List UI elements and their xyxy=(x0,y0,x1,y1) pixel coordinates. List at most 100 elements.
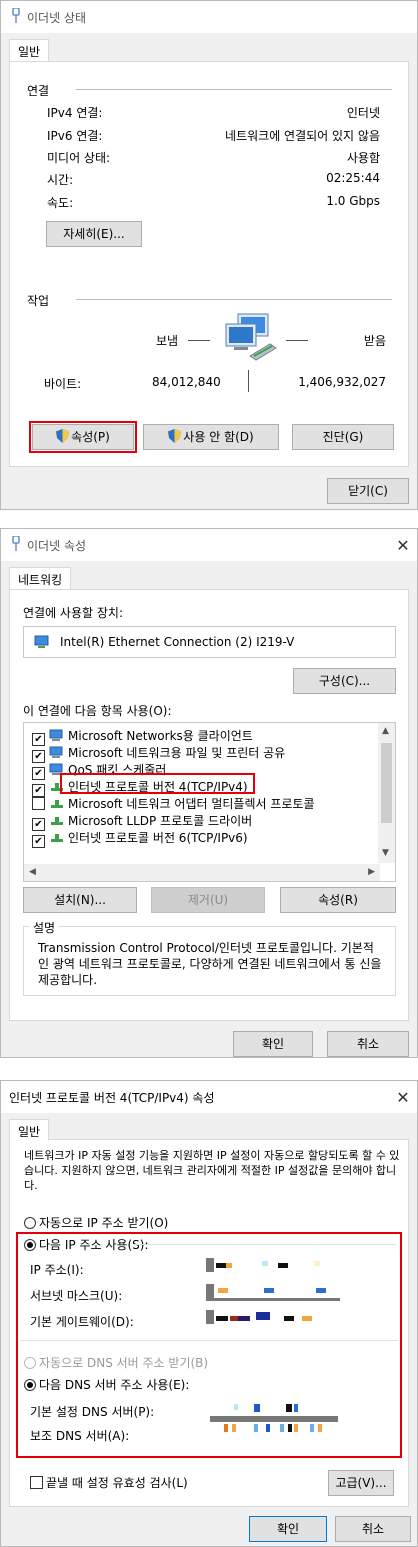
ethernet-status-window: 이더넷 상태 일반 연결 IPv4 연결: 인터넷 IPv6 연결: 네트워크에… xyxy=(0,0,418,510)
auto-dns-radio: 자동으로 DNS 서버 주소 받기(B) xyxy=(24,1354,208,1371)
gateway-label: 기본 게이트웨이(D): xyxy=(30,1315,134,1329)
list-item-label: 인터넷 프로토콜 버전 6(TCP/IPv6) xyxy=(68,831,248,845)
cancel-button[interactable]: 취소 xyxy=(335,1516,411,1542)
ip-address-label: IP 주소(I): xyxy=(30,1263,84,1277)
ipv4-value: 인터넷 xyxy=(346,106,380,120)
ok-button[interactable]: 확인 xyxy=(233,1031,313,1057)
manual-ip-label: 다음 IP 주소 사용(S): xyxy=(39,1238,149,1252)
properties-highlight xyxy=(29,421,137,453)
manual-dns-radio[interactable]: 다음 DNS 서버 주소 사용(E): xyxy=(24,1376,189,1393)
alternate-dns-field[interactable] xyxy=(214,1424,344,1438)
checkbox[interactable] xyxy=(30,1476,43,1489)
networking-panel: 연결에 사용할 장치: Intel(R) Ethernet Connection… xyxy=(9,589,409,1021)
scroll-down-icon[interactable]: ▼ xyxy=(382,848,389,858)
window-title: 이더넷 속성 xyxy=(27,538,87,553)
description-label: 설명 xyxy=(30,919,59,936)
advanced-button[interactable]: 고급(V)... xyxy=(328,1470,394,1496)
gateway-field[interactable] xyxy=(206,1310,346,1324)
radio-button xyxy=(24,1357,36,1369)
description-text: Transmission Control Protocol/인터넷 프로토콜입니… xyxy=(38,941,382,987)
uac-shield-icon xyxy=(168,427,182,443)
checkbox[interactable] xyxy=(32,797,45,810)
network-adapter-icon xyxy=(34,635,50,652)
uninstall-button: 제거(U) xyxy=(151,887,265,913)
ok-button[interactable]: 확인 xyxy=(249,1516,327,1542)
vertical-scrollbar[interactable]: ▲ ▼ xyxy=(378,723,395,863)
validate-checkbox[interactable]: 끝낼 때 설정 유효성 검사(L) xyxy=(30,1474,188,1491)
tab-general[interactable]: 일반 xyxy=(9,39,50,61)
title-bar: 인터넷 프로토콜 버전 4(TCP/IPv4) 속성 ✕ xyxy=(1,1081,417,1113)
close-icon[interactable]: ✕ xyxy=(389,1088,417,1107)
manual-ip-radio[interactable]: 다음 IP 주소 사용(S): xyxy=(24,1236,148,1253)
list-item[interactable]: ✔ Microsoft LLDP 프로토콜 드라이버 xyxy=(32,812,253,831)
subnet-mask-field[interactable] xyxy=(206,1284,346,1301)
scroll-left-icon[interactable]: ◀ xyxy=(29,867,36,877)
activity-section-label: 작업 xyxy=(27,294,50,308)
checkbox[interactable]: ✔ xyxy=(32,835,45,848)
intro-text: 네트워크가 IP 자동 설정 기능을 지원하면 IP 설정이 자동으로 할당되도… xyxy=(24,1149,400,1192)
subnet-mask-label: 서브넷 마스크(U): xyxy=(30,1289,123,1303)
network-computers-icon xyxy=(220,312,280,367)
tab-networking[interactable]: 네트워킹 xyxy=(9,567,72,589)
auto-ip-label: 자동으로 IP 주소 받기(O) xyxy=(39,1216,169,1230)
general-panel: 연결 IPv4 연결: 인터넷 IPv6 연결: 네트워크에 연결되어 있지 않… xyxy=(9,61,409,467)
protocol-icon xyxy=(49,831,65,844)
alternate-dns-label: 보조 DNS 서버(A): xyxy=(30,1429,130,1443)
network-client-icon xyxy=(49,729,65,742)
list-item[interactable]: ✔ 인터넷 프로토콜 버전 6(TCP/IPv6) xyxy=(32,829,248,848)
auto-ip-radio[interactable]: 자동으로 IP 주소 받기(O) xyxy=(24,1214,168,1231)
items-label: 이 연결에 다음 항목 사용(O): xyxy=(23,704,172,718)
list-item-label: Microsoft 네트워크 어댑터 멀티플렉서 프로토콜 xyxy=(68,797,315,811)
ethernet-plug-icon xyxy=(11,534,21,555)
list-item[interactable]: ✔ Microsoft Networks용 클라이언트 xyxy=(32,727,253,746)
close-button[interactable]: 닫기(C) xyxy=(327,478,409,504)
media-state-value: 사용함 xyxy=(346,151,380,165)
speed-value: 1.0 Gbps xyxy=(326,194,380,208)
media-state-label: 미디어 상태: xyxy=(47,151,111,165)
scroll-up-icon[interactable]: ▲ xyxy=(382,726,389,736)
connection-section-label: 연결 xyxy=(27,84,50,98)
diagnose-button[interactable]: 진단(G) xyxy=(292,424,394,450)
ipv4-label: IPv4 연결: xyxy=(47,106,103,120)
radio-button[interactable] xyxy=(24,1217,36,1229)
radio-button[interactable] xyxy=(24,1379,36,1391)
validate-label: 끝낼 때 설정 유효성 검사(L) xyxy=(46,1476,188,1490)
bytes-label: 바이트: xyxy=(44,377,82,391)
list-item[interactable]: ✔ Microsoft 네트워크용 파일 및 프린터 공유 xyxy=(32,744,286,763)
preferred-dns-field[interactable] xyxy=(210,1402,344,1422)
scroll-thumb[interactable] xyxy=(381,743,392,823)
protocol-icon xyxy=(49,797,65,810)
window-title: 이더넷 상태 xyxy=(27,10,87,25)
radio-button[interactable] xyxy=(24,1239,36,1251)
protocol-icon xyxy=(49,814,65,827)
list-item-label: Microsoft LLDP 프로토콜 드라이버 xyxy=(68,814,253,828)
properties-button[interactable]: 속성(R) xyxy=(280,887,396,913)
cancel-button[interactable]: 취소 xyxy=(327,1031,409,1057)
list-item-label: Microsoft 네트워크용 파일 및 프린터 공유 xyxy=(68,746,286,760)
received-label: 받음 xyxy=(363,334,386,348)
close-icon[interactable]: ✕ xyxy=(389,536,417,555)
adapter-name: Intel(R) Ethernet Connection (2) I219-V xyxy=(60,635,295,649)
adapter-field: Intel(R) Ethernet Connection (2) I219-V xyxy=(23,626,396,658)
ipv6-value: 네트워크에 연결되어 있지 않음 xyxy=(225,129,380,143)
ipv6-label: IPv6 연결: xyxy=(47,129,103,143)
scroll-right-icon[interactable]: ▶ xyxy=(368,867,375,877)
install-button[interactable]: 설치(N)... xyxy=(23,887,137,913)
ipv4-properties-window: 인터넷 프로토콜 버전 4(TCP/IPv4) 속성 ✕ 일반 네트워크가 IP… xyxy=(0,1080,418,1547)
configure-button[interactable]: 구성(C)... xyxy=(293,668,396,694)
ip-address-field[interactable] xyxy=(206,1258,346,1272)
window-title: 인터넷 프로토콜 버전 4(TCP/IPv4) 속성 xyxy=(9,1090,215,1105)
ethernet-properties-window: 이더넷 속성 ✕ 네트워킹 연결에 사용할 장치: Intel(R) Ether… xyxy=(0,528,418,1058)
bytes-sent-value: 84,012,840 xyxy=(152,375,221,389)
list-item[interactable]: Microsoft 네트워크 어댑터 멀티플렉서 프로토콜 xyxy=(32,795,315,811)
horizontal-scrollbar[interactable]: ◀ ▶ xyxy=(24,864,380,881)
components-list: ✔ Microsoft Networks용 클라이언트 ✔ Microsoft 네트… xyxy=(23,722,396,882)
manual-dns-label: 다음 DNS 서버 주소 사용(E): xyxy=(39,1378,190,1392)
general-panel: 네트워크가 IP 자동 설정 기능을 지원하면 IP 설정이 자동으로 할당되도… xyxy=(9,1139,409,1507)
tab-general[interactable]: 일반 xyxy=(9,1119,50,1141)
title-bar: 이더넷 상태 xyxy=(1,1,417,33)
ipv4-highlight xyxy=(60,773,255,794)
ethernet-plug-icon xyxy=(11,6,21,27)
details-button[interactable]: 자세히(E)... xyxy=(46,221,142,247)
disable-button[interactable]: 사용 안 함(D) xyxy=(143,424,279,450)
